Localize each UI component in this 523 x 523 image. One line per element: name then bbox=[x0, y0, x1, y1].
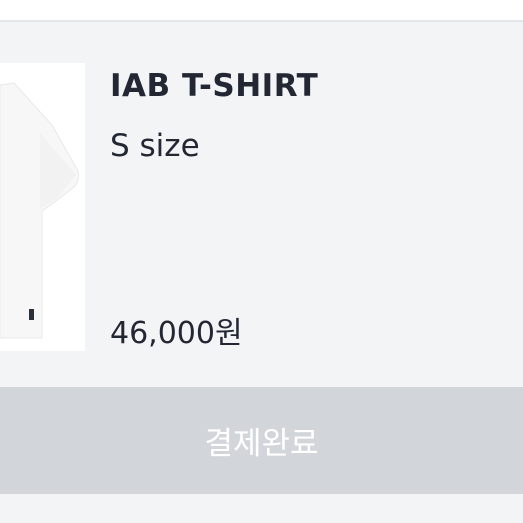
product-price: 46,000원 bbox=[110, 316, 243, 351]
bottom-area bbox=[0, 494, 523, 523]
product-image bbox=[0, 63, 85, 351]
product-option: S size bbox=[110, 128, 200, 164]
product-name: IAB T-SHIRT bbox=[110, 68, 319, 104]
top-divider bbox=[0, 0, 523, 22]
product-card: IAB T-SHIRT S size 46,000원 bbox=[0, 22, 523, 387]
payment-complete-button[interactable]: 결제완료 bbox=[0, 387, 523, 494]
